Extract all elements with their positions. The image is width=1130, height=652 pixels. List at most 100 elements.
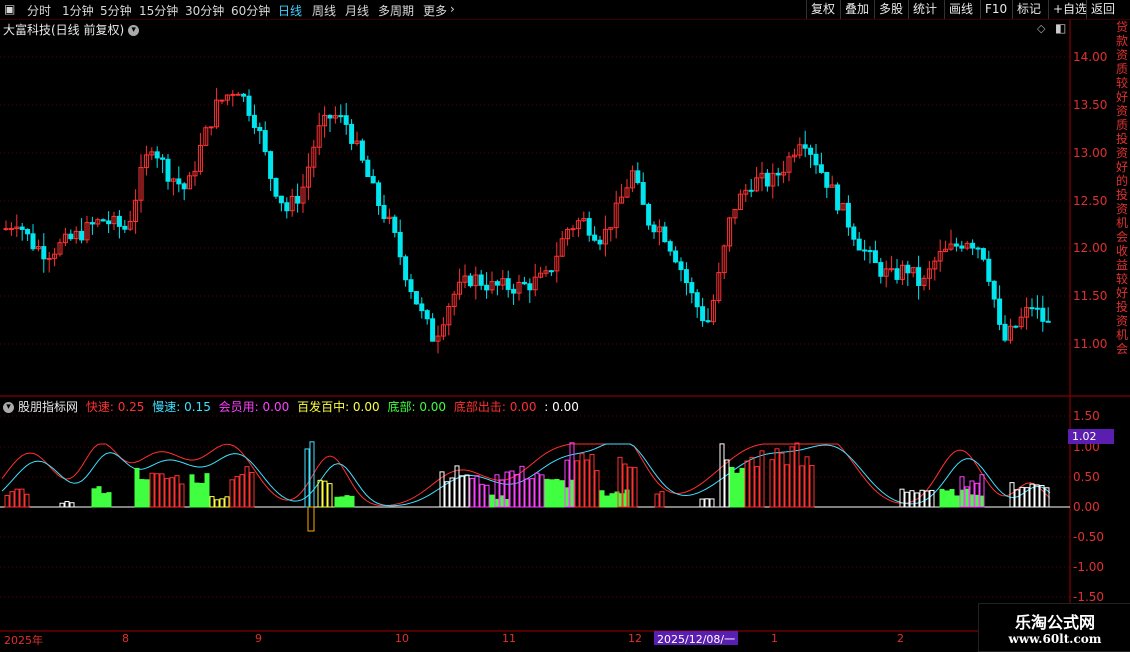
- candle-body: [467, 275, 473, 287]
- candle-body: [181, 183, 187, 190]
- price-tick: 13.00: [1073, 146, 1108, 160]
- candle-body: [100, 219, 106, 222]
- indicator-bar: [144, 479, 150, 508]
- candle-body: [748, 189, 754, 192]
- ind-tick: 0.50: [1073, 470, 1100, 484]
- candle-body: [284, 202, 290, 212]
- indicator-bar: [139, 479, 145, 508]
- indicator-bar: [459, 475, 465, 508]
- indicator-bar: [809, 464, 815, 508]
- candle-body: [1040, 307, 1046, 322]
- candle-body: [365, 159, 371, 178]
- candle-body: [3, 228, 9, 231]
- chevron-down-icon[interactable]: ▾: [3, 402, 14, 413]
- candle-body: [235, 93, 241, 96]
- indicator-bar: [699, 498, 705, 508]
- candle-body: [30, 233, 36, 250]
- kline-chart[interactable]: [0, 0, 1130, 650]
- indicator-bar: [59, 502, 65, 508]
- date-tick: 12: [628, 632, 642, 645]
- candle-body: [478, 274, 484, 286]
- candle-body: [586, 218, 592, 236]
- indicator-legend: ▾ 股朋指标网 快速: 0.25 慢速: 0.15 会员用: 0.00 百发百中:…: [3, 398, 583, 415]
- candle-body: [505, 278, 511, 290]
- price-tick: 11.50: [1073, 289, 1108, 303]
- candle-body: [8, 228, 14, 231]
- indicator-bar: [106, 492, 112, 508]
- candle-body: [845, 202, 851, 228]
- indicator-bar: [584, 459, 590, 508]
- candle-body: [484, 284, 490, 291]
- indicator-bar: [969, 494, 975, 508]
- price-tick: 12.50: [1073, 194, 1108, 208]
- indicator-bar: [774, 448, 780, 508]
- legend-bottom-attack: 底部出击: 0.00: [453, 400, 537, 414]
- indicator-bar: [189, 474, 195, 508]
- candle-body: [89, 222, 95, 225]
- indicator-bar: [794, 442, 800, 508]
- candle-body: [597, 239, 603, 245]
- indicator-bar: [594, 470, 600, 508]
- indicator-bar: [804, 456, 810, 508]
- price-tick: 12.00: [1073, 241, 1108, 255]
- indicator-bar: [494, 498, 500, 508]
- indicator-bar: [589, 454, 595, 508]
- indicator-bar: [344, 495, 350, 508]
- candle-body: [106, 220, 112, 225]
- watermark-url: www.60lt.com: [1008, 632, 1102, 646]
- indicator-bar: [554, 478, 560, 508]
- indicator-bar: [919, 489, 925, 508]
- indicator-bar: [1009, 482, 1015, 508]
- indicator-bar: [659, 491, 665, 508]
- candle-body: [970, 242, 976, 249]
- candle-body: [521, 281, 527, 285]
- candle-body: [953, 243, 959, 247]
- candle-body: [959, 245, 965, 249]
- indicator-bar: [579, 453, 585, 508]
- indicator-bar: [479, 483, 485, 508]
- indicator-bar: [954, 495, 960, 508]
- indicator-bar: [101, 493, 107, 508]
- indicator-bar: [974, 494, 980, 508]
- candle-body: [251, 114, 257, 128]
- ind-tick: 0.00: [1073, 500, 1100, 514]
- indicator-bar: [9, 491, 15, 508]
- indicator-bar: [979, 495, 985, 508]
- date-tick: 11: [502, 632, 516, 645]
- cursor-date-label: 2025/12/08/一: [654, 631, 739, 646]
- candle-body: [878, 262, 884, 277]
- indicator-name[interactable]: 股朋指标网: [18, 400, 78, 414]
- indicator-bar: [96, 486, 102, 508]
- candle-body: [165, 158, 171, 182]
- candle-body: [278, 195, 284, 204]
- candle-body: [419, 303, 425, 312]
- indicator-bar: [949, 488, 955, 508]
- candle-body: [673, 250, 679, 263]
- candle-body: [991, 280, 997, 300]
- indicator-bar: [159, 473, 165, 508]
- indicator-bar: [249, 471, 255, 508]
- indicator-bar: [14, 488, 20, 508]
- indicator-bar: [574, 460, 580, 508]
- candle-body: [527, 283, 533, 291]
- candle-body: [548, 270, 554, 273]
- candle-body: [1029, 307, 1035, 310]
- candle-body: [651, 224, 657, 233]
- indicator-neg-bar: [307, 506, 315, 532]
- indicator-bar: [24, 493, 30, 508]
- candle-body: [986, 258, 992, 282]
- candle-body: [494, 281, 500, 286]
- side-info-column: 贷款资质较好资质投资好的投资机会收益较好投资机会: [1116, 20, 1129, 356]
- indicator-bar: [904, 491, 910, 508]
- indicator-bar: [304, 448, 310, 508]
- date-tick: 8: [122, 632, 129, 645]
- candle-body: [705, 320, 711, 323]
- indicator-bar: [739, 467, 745, 508]
- indicator-bar: [909, 490, 915, 508]
- ind-tick: 1.50: [1073, 409, 1100, 423]
- candle-body: [678, 261, 684, 271]
- indicator-bar: [704, 498, 710, 508]
- indicator-bar: [149, 472, 155, 508]
- candle-body: [775, 172, 781, 176]
- indicator-bar: [179, 483, 185, 508]
